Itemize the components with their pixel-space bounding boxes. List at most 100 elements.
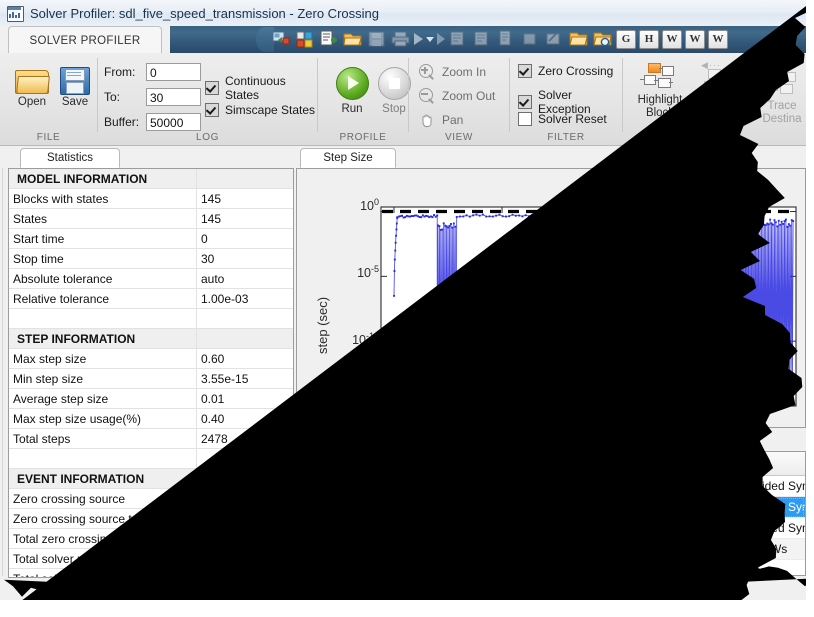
statistics-row: Total steps2478: [9, 429, 293, 449]
solver-reset-label: Solver Reset: [538, 112, 607, 126]
w-button-2[interactable]: W: [685, 30, 705, 49]
zero-crossing-checkbox-row[interactable]: Zero Crossing: [518, 64, 613, 78]
solver-exception-checkbox[interactable]: [518, 95, 532, 109]
statistics-row-label: Zero crossing source triggered: [9, 509, 197, 529]
event-number-cell: 271: [297, 476, 551, 497]
statistics-row: Average step size0.01: [9, 389, 293, 409]
continuous-states-checkbox[interactable]: [205, 81, 219, 95]
statistics-row-value[interactable]: 424: [197, 529, 294, 549]
ribbon: Open Save FILE From: 0 To: 30: [0, 53, 814, 146]
step-size-chart: step (sec) time (sec) 100 10-5 10-10 10-…: [296, 168, 806, 428]
event-block-path-cell[interactable]: sdl_five_speed_transmission/Double-Sided…: [551, 518, 805, 539]
to-input[interactable]: 30: [146, 88, 201, 106]
buffer-input[interactable]: 50000: [146, 113, 201, 131]
statistics-row-value: 268: [197, 489, 294, 509]
ribbon-group-file: Open Save FILE: [0, 53, 97, 145]
open-recent-icon[interactable]: [294, 29, 315, 49]
new-model-icon[interactable]: [270, 29, 291, 49]
statistics-table: MODEL INFORMATIONBlocks with states145St…: [9, 169, 293, 578]
run-dropdown-icon[interactable]: [426, 37, 434, 42]
save-button[interactable]: Save: [49, 66, 101, 108]
statistics-row-label: Max step size: [9, 349, 197, 369]
open-folder-icon: [15, 67, 49, 94]
tab-zero-crossing[interactable]: Zero Crossing: [400, 431, 514, 451]
qab-icon-row: G H W W W: [270, 28, 728, 50]
statistics-table-container: MODEL INFORMATIONBlocks with states145St…: [8, 168, 294, 578]
statistics-row-value: 0.60: [197, 349, 294, 369]
column-header-name[interactable]: [551, 452, 805, 476]
find-model-icon[interactable]: [592, 29, 613, 49]
open-model-icon[interactable]: [568, 29, 589, 49]
tab-solver-exception[interactable]: Solver Exception: [518, 431, 644, 451]
tab-solver-profiler[interactable]: SOLVER PROFILER: [8, 26, 162, 54]
from-input[interactable]: 0: [146, 63, 201, 81]
report-icon: [496, 29, 517, 49]
run-icon[interactable]: [414, 33, 423, 45]
solver-reset-checkbox-row[interactable]: Solver Reset: [518, 112, 607, 126]
zoom-out-button: Zoom Out: [419, 88, 495, 104]
table-row[interactable]: 17sdl_five_speed_transmission/Double-Sid…: [297, 518, 805, 539]
statistics-row-value: 1.00e-03: [197, 289, 294, 309]
tab-statistics[interactable]: Statistics: [20, 148, 120, 168]
tab-suggestion[interactable]: Suggestion: [300, 431, 396, 451]
table-row[interactable]: 10sdl_five_speed_transmission/Input/From…: [297, 539, 805, 560]
w-button-1[interactable]: W: [662, 30, 682, 49]
simscape-states-checkbox-row[interactable]: Simscape States: [205, 103, 315, 117]
statistics-row-label: Absolute tolerance: [9, 269, 197, 289]
statistics-row-value: 0.01: [197, 389, 294, 409]
tab-step-size[interactable]: Step Size: [300, 148, 396, 168]
event-block-path-cell[interactable]: sdl_five_speed_transmission/Double-Sided…: [551, 497, 805, 518]
statistics-row: [9, 449, 293, 469]
buffer-label: Buffer:: [104, 115, 146, 129]
statistics-row: Absolute toleranceauto: [9, 269, 293, 289]
zero-crossing-checkbox[interactable]: [518, 64, 532, 78]
statistics-row: Relative tolerance1.00e-03: [9, 289, 293, 309]
statistics-row-value[interactable]: 538: [197, 569, 294, 579]
table-row[interactable]: 271sdl_five_speed_transmission/Double-Si…: [297, 476, 805, 497]
continuous-states-checkbox-row[interactable]: Continuous States: [205, 74, 317, 102]
statistics-row-value[interactable]: 287: [197, 549, 294, 569]
event-block-path-cell[interactable]: sdl_five_speed_transmission/Double-Sided…: [551, 476, 805, 497]
floppy-save-icon: [60, 66, 90, 94]
trace-to-source-icon: [700, 67, 740, 97]
group-label-file: FILE: [0, 132, 97, 143]
trace-to-destination-button: ···▶ TraceDestina: [751, 61, 813, 125]
highlight-block-label-1: Highlight: [638, 94, 683, 106]
statistics-row-label: Min step size: [9, 369, 197, 389]
ribbon-group-log: From: 0 To: 30 Buffer: 50000 Continuous …: [98, 53, 317, 145]
ribbon-group-trace: HighlightBlock ◀··· Trace toSource ···▶: [623, 53, 814, 145]
statistics-row: Zero crossing source268: [9, 489, 293, 509]
statistics-row-label: Max step size usage(%): [9, 409, 197, 429]
solver-reset-checkbox[interactable]: [518, 112, 532, 126]
w-button-3[interactable]: W: [708, 30, 728, 49]
to-row: To: 30: [104, 88, 201, 106]
statistics-row: Zero crossing source triggered70: [9, 509, 293, 529]
zoom-in-label: Zoom In: [442, 65, 486, 79]
statistics-row-label: Total solver reset: [9, 549, 197, 569]
to-label: To:: [104, 90, 146, 104]
h-button[interactable]: H: [639, 30, 659, 49]
statistics-row: States145: [9, 209, 293, 229]
save-icon: [366, 29, 387, 49]
statistics-row: Total solver reset287: [9, 549, 293, 569]
statistics-row-label: EVENT INFORMATION: [9, 469, 197, 489]
statistics-row: STEP INFORMATION: [9, 329, 293, 349]
statistics-row-label: Total steps: [9, 429, 197, 449]
statistics-row-label: [9, 309, 197, 329]
open-folder-icon[interactable]: [342, 29, 363, 49]
table-row[interactable]: 126sdl_five_speed_transmission/Double-Si…: [297, 497, 805, 518]
statistics-row: Total solver exception538: [9, 569, 293, 579]
statistics-row-value: 2478: [197, 429, 294, 449]
group-label-log: LOG: [98, 132, 317, 143]
event-block-path-cell[interactable]: sdl_five_speed_transmission/Input/FromWs: [551, 539, 805, 560]
simscape-states-checkbox[interactable]: [205, 103, 219, 117]
add-report-icon[interactable]: [318, 29, 339, 49]
print-icon: [390, 29, 411, 49]
statistics-scrollbar[interactable]: [2, 168, 3, 576]
g-button[interactable]: G: [616, 30, 636, 49]
column-header-number[interactable]: Number: [297, 452, 551, 476]
chart-plot-canvas[interactable]: [297, 169, 807, 427]
statistics-row: Min step size3.55e-15: [9, 369, 293, 389]
plot-pane: Step Size step (sec) time (sec) 100 10-5…: [296, 148, 806, 578]
highlight-block-button[interactable]: HighlightBlock: [629, 61, 691, 119]
